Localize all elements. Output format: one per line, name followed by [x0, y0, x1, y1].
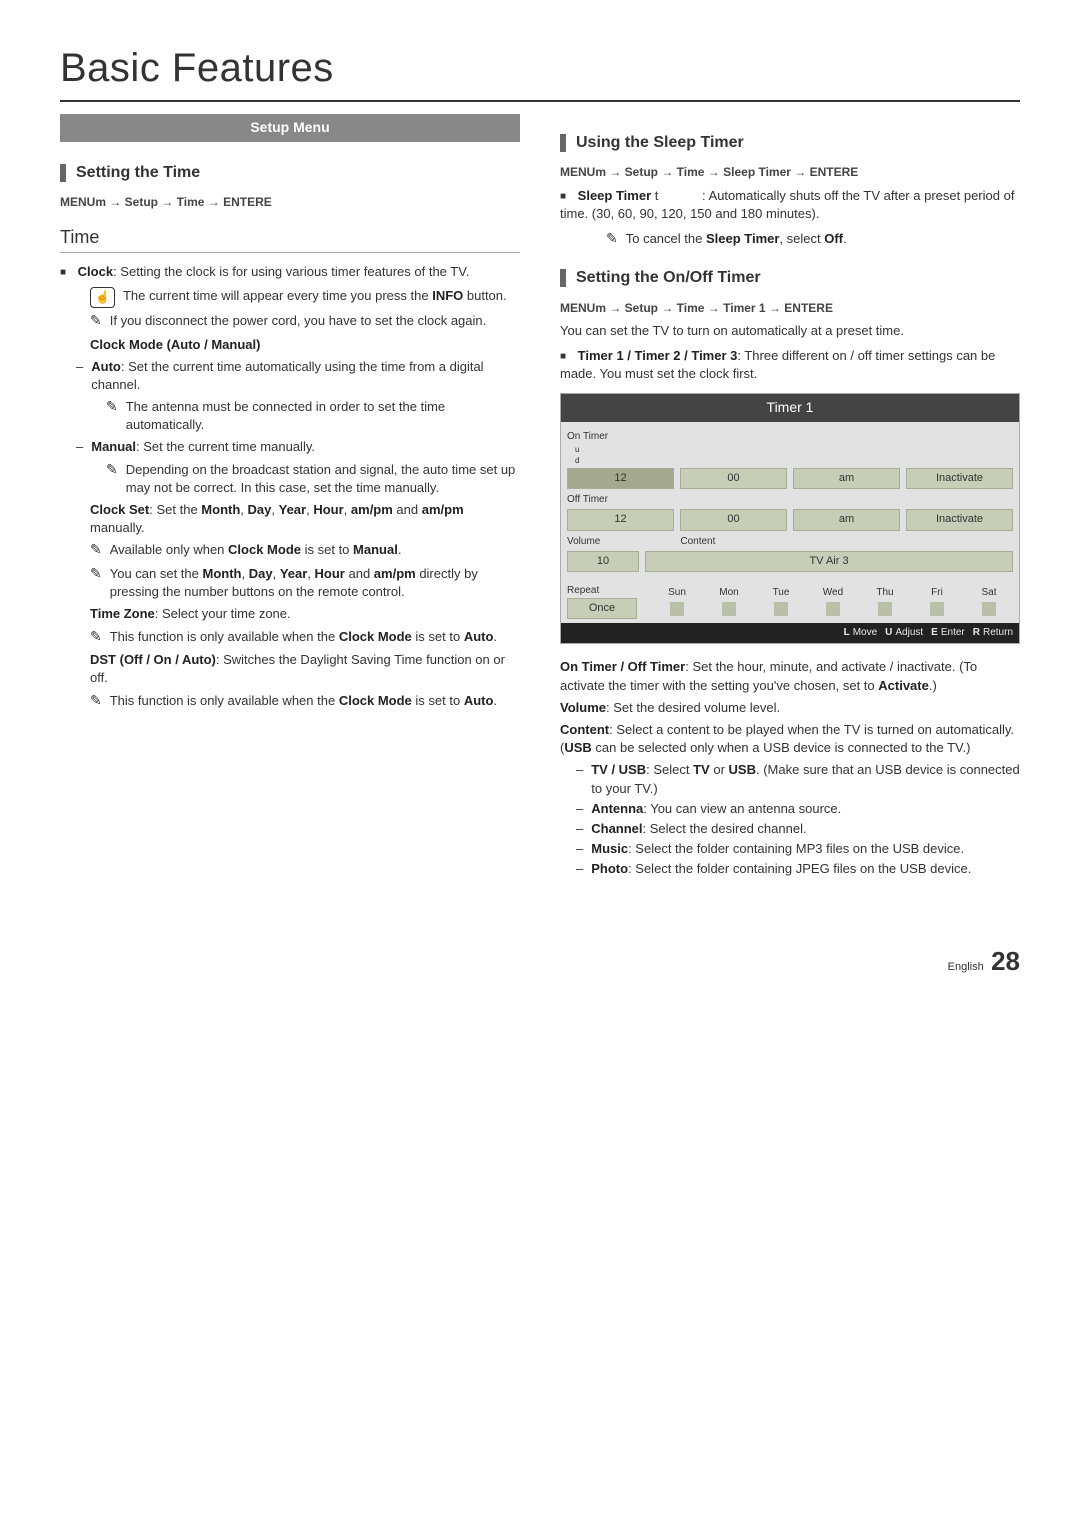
section-heading: Using the Sleep Timer	[576, 132, 744, 154]
on-ampm-spinner[interactable]: am	[793, 468, 900, 489]
section-sleep-timer: Using the Sleep Timer	[560, 132, 1020, 154]
music-item: Music: Select the folder containing MP3 …	[576, 840, 1020, 858]
on-off-desc: On Timer / Off Timer: Set the hour, minu…	[560, 658, 1020, 694]
off-timer-label: Off Timer	[567, 493, 1013, 507]
time-heading: Time	[60, 225, 520, 253]
clock-text: : Setting the clock is for using various…	[113, 264, 469, 279]
auto-note: ✎ The antenna must be connected in order…	[60, 398, 520, 434]
section-heading: Setting the On/Off Timer	[576, 267, 761, 289]
cs-note1: ✎ Available only when Clock Mode is set …	[60, 541, 520, 561]
off-hour-spinner[interactable]: 12	[567, 509, 674, 530]
sleep-note: ✎ To cancel the Sleep Timer, select Off.	[560, 230, 1020, 250]
content-label: Content	[680, 535, 715, 549]
day-tue[interactable]: Tue	[757, 586, 805, 616]
right-column: Using the Sleep Timer MENUm → Setup → Ti…	[560, 114, 1020, 883]
menu-path-text: MENUm → Setup → Time → Timer 1 → ENTERE	[560, 301, 833, 315]
note-text: The current time will appear every time …	[123, 287, 507, 308]
section-bar-icon	[560, 134, 566, 152]
section-heading: Setting the Time	[76, 162, 200, 184]
note-icon: ✎	[90, 564, 102, 600]
timer-panel-title: Timer 1	[561, 394, 1019, 422]
volume-label: Volume	[567, 535, 600, 549]
tools-icon: t	[655, 188, 659, 203]
page-title: Basic Features	[60, 40, 1020, 102]
note-icon: ✎	[90, 627, 102, 647]
manual-item: Manual: Set the current time manually.	[76, 438, 520, 456]
section-setting-time: Setting the Time	[60, 162, 520, 184]
sleep-timer-item: Sleep Timer t : Automatically shuts off …	[560, 187, 1020, 223]
day-thu[interactable]: Thu	[861, 586, 909, 616]
note-text: If you disconnect the power cord, you ha…	[110, 312, 487, 332]
timer-panel: Timer 1 On Timer ud 12 00 am Inactivate …	[560, 393, 1020, 645]
content-spinner[interactable]: TV Air 3	[645, 551, 1013, 572]
updown-icon: ud	[567, 444, 1013, 466]
info-note: ☝ The current time will appear every tim…	[60, 287, 520, 308]
footer-lang: English	[948, 961, 984, 973]
tv-usb-item: TV / USB: Select TV or USB. (Make sure t…	[576, 761, 1020, 797]
tz-note: ✎ This function is only available when t…	[60, 628, 520, 648]
cs-note2: ✎ You can set the Month, Day, Year, Hour…	[60, 565, 520, 601]
disconnect-note: ✎ If you disconnect the power cord, you …	[60, 312, 520, 332]
timer123-item: Timer 1 / Timer 2 / Timer 3: Three diffe…	[560, 347, 1020, 383]
timer-footer: L Move U Adjust E Enter R Return	[561, 623, 1019, 643]
off-activate-spinner[interactable]: Inactivate	[906, 509, 1013, 530]
antenna-item: Antenna: You can view an antenna source.	[576, 800, 1020, 818]
menu-path-text: MENUm → Setup → Time → ENTERE	[60, 195, 272, 209]
off-ampm-spinner[interactable]: am	[793, 509, 900, 530]
dst: DST (Off / On / Auto): Switches the Dayl…	[60, 651, 520, 687]
section-on-off-timer: Setting the On/Off Timer	[560, 267, 1020, 289]
menu-path-sleep: MENUm → Setup → Time → Sleep Timer → ENT…	[560, 164, 1020, 181]
note-icon: ✎	[90, 540, 102, 560]
hand-icon: ☝	[90, 287, 115, 308]
note-icon: ✎	[90, 311, 102, 331]
day-sat[interactable]: Sat	[965, 586, 1013, 616]
on-hour-spinner[interactable]: 12	[567, 468, 674, 489]
section-bar-icon	[60, 164, 66, 182]
clock-label: Clock	[78, 264, 113, 279]
off-min-spinner[interactable]: 00	[680, 509, 787, 530]
on-activate-spinner[interactable]: Inactivate	[906, 468, 1013, 489]
menu-path-time: MENUm → Setup → Time → ENTERE	[60, 194, 520, 211]
menu-path-timer1: MENUm → Setup → Time → Timer 1 → ENTERE	[560, 300, 1020, 317]
manual-note: ✎ Depending on the broadcast station and…	[60, 461, 520, 497]
footer-page-number: 28	[991, 946, 1020, 976]
day-sun[interactable]: Sun	[653, 586, 701, 616]
note-text: The antenna must be connected in order t…	[126, 398, 520, 434]
repeat-spinner[interactable]: Once	[567, 598, 637, 619]
left-column: Setup Menu Setting the Time MENUm → Setu…	[60, 114, 520, 883]
channel-item: Channel: Select the desired channel.	[576, 820, 1020, 838]
note-icon: ✎	[606, 229, 618, 249]
intro-text: You can set the TV to turn on automatica…	[560, 322, 1020, 340]
day-fri[interactable]: Fri	[913, 586, 961, 616]
volume-desc: Volume: Set the desired volume level.	[560, 699, 1020, 717]
page-footer: English 28	[60, 943, 1020, 979]
clock-mode-label: Clock Mode (Auto / Manual)	[90, 337, 260, 352]
note-icon: ✎	[90, 691, 102, 711]
repeat-label: Repeat	[567, 584, 637, 598]
volume-spinner[interactable]: 10	[567, 551, 639, 572]
setup-menu-header: Setup Menu	[60, 114, 520, 142]
note-icon: ✎	[106, 460, 118, 496]
day-mon[interactable]: Mon	[705, 586, 753, 616]
clock-set: Clock Set: Set the Month, Day, Year, Hou…	[60, 501, 520, 537]
note-text: Depending on the broadcast station and s…	[126, 461, 520, 497]
section-bar-icon	[560, 269, 566, 287]
auto-item: Auto: Set the current time automatically…	[76, 358, 520, 394]
on-min-spinner[interactable]: 00	[680, 468, 787, 489]
clock-item: Clock: Setting the clock is for using va…	[60, 263, 520, 281]
menu-path-text: MENUm → Setup → Time → Sleep Timer → ENT…	[560, 165, 858, 179]
dst-note: ✎ This function is only available when t…	[60, 692, 520, 712]
content-desc: Content: Select a content to be played w…	[560, 721, 1020, 757]
note-icon: ✎	[106, 397, 118, 433]
time-zone: Time Zone: Select your time zone.	[60, 605, 520, 623]
day-wed[interactable]: Wed	[809, 586, 857, 616]
photo-item: Photo: Select the folder containing JPEG…	[576, 860, 1020, 878]
on-timer-label: On Timer	[567, 430, 1013, 444]
